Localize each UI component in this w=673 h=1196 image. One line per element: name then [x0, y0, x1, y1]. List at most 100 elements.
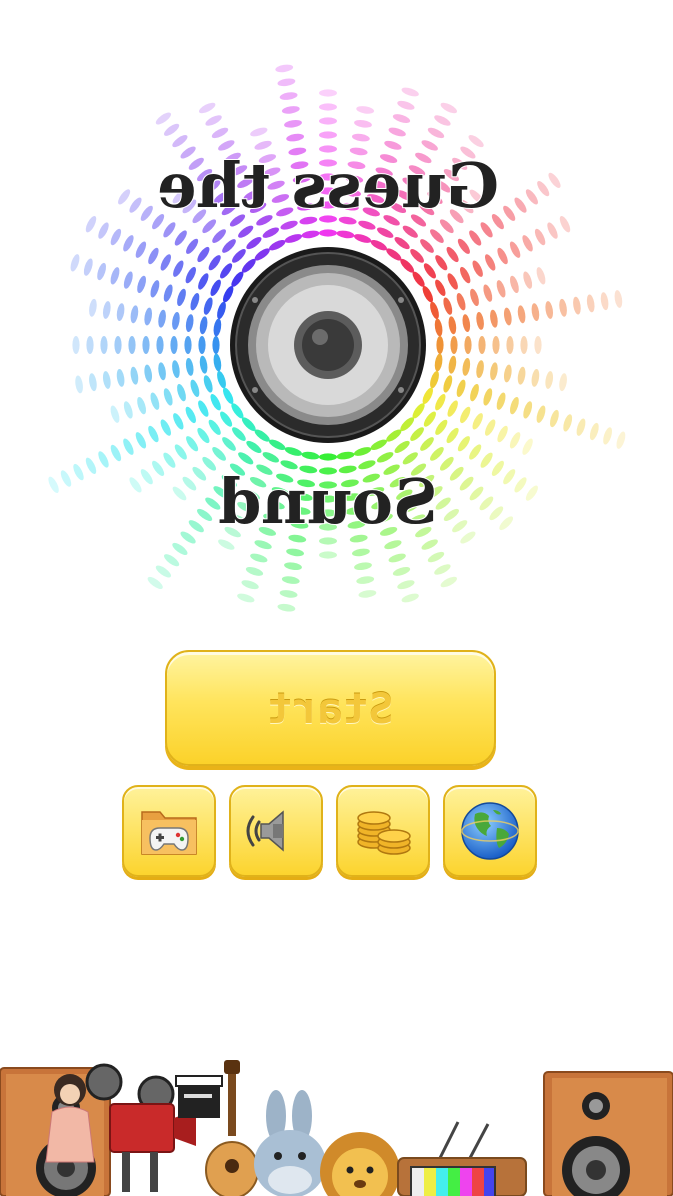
equalizer-dot — [446, 427, 459, 444]
equalizer-dot — [446, 246, 459, 263]
equalizer-dot — [129, 477, 142, 493]
equalizer-dot — [118, 189, 131, 205]
equalizer-dot — [198, 336, 206, 354]
equalizer-dot — [472, 413, 483, 430]
equalizer-dot — [370, 439, 387, 450]
gamepad-folder-icon — [141, 811, 197, 855]
equalizer-dot — [163, 222, 176, 238]
equalizer-dot — [489, 506, 504, 521]
equalizer-dot — [164, 554, 180, 567]
equalizer-dot — [212, 229, 226, 243]
equalizer-dot — [503, 469, 516, 485]
equalizer-dot — [152, 460, 165, 476]
equalizer-dot — [469, 230, 482, 246]
equalizer-dot — [135, 241, 147, 258]
equalizer-dot — [443, 508, 459, 521]
start-button[interactable]: Start — [165, 650, 496, 766]
equalizer-dot — [147, 576, 163, 589]
equalizer-dot — [245, 566, 264, 576]
equalizer-dot — [456, 293, 466, 311]
equalizer-dot — [448, 355, 457, 374]
equalizer-dot — [476, 311, 484, 330]
equalizer-dot — [545, 371, 554, 389]
equalizer-dot — [394, 237, 410, 250]
equalizer-dot — [254, 248, 270, 261]
equalizer-dot — [211, 127, 229, 139]
equalizer-dot — [573, 296, 581, 315]
equalizer-dot — [217, 370, 226, 389]
lion-icon — [320, 1132, 400, 1196]
equalizer-dot — [397, 100, 415, 110]
equalizer-dot — [158, 362, 166, 381]
equalizer-dot — [509, 432, 521, 449]
equalizer-dot — [319, 453, 337, 461]
equalizer-dot — [459, 476, 474, 491]
clapperboard-icon — [175, 1075, 223, 1118]
equalizer-dot — [423, 411, 436, 427]
equalizer-dot — [469, 444, 482, 460]
sound-toggle-button[interactable] — [229, 785, 323, 877]
equalizer-dot — [223, 286, 234, 303]
equalizer-dot — [319, 89, 337, 97]
games-folder-button[interactable] — [122, 785, 216, 877]
equalizer-dot — [319, 103, 337, 111]
equalizer-dot — [547, 222, 558, 239]
equalizer-dot — [440, 102, 457, 114]
language-globe-button[interactable] — [443, 785, 537, 877]
equalizer-dot — [457, 238, 470, 254]
equalizer-dot — [279, 590, 298, 598]
retro-tv-icon — [397, 1121, 527, 1196]
equalizer-dot — [319, 131, 337, 139]
equalizer-dot — [237, 593, 255, 603]
equalizer-dot — [130, 305, 139, 324]
equalizer-dot — [301, 451, 320, 460]
equalizer-dot — [509, 241, 521, 258]
equalizer-dot — [490, 362, 498, 381]
equalizer-dot — [140, 469, 153, 485]
equalizer-dot — [450, 336, 458, 354]
equalizer-dot — [377, 227, 394, 238]
equalizer-dot — [110, 405, 120, 423]
equalizer-dot — [98, 222, 109, 239]
equalizer-dot — [492, 336, 500, 354]
equalizer-dot — [319, 537, 337, 545]
equalizer-dot — [503, 364, 512, 383]
equalizer-dot — [286, 133, 305, 142]
equalizer-dot — [534, 336, 542, 354]
equalizer-dot — [370, 240, 387, 251]
equalizer-dot — [172, 486, 187, 501]
speaker-graphic — [230, 247, 426, 443]
equalizer-dot — [353, 447, 372, 456]
equalizer-dot — [197, 246, 210, 263]
equalizer-dot — [614, 290, 623, 308]
equalizer-dot — [440, 576, 457, 588]
equalizer-dot — [377, 452, 394, 463]
equalizer-dot — [525, 485, 538, 501]
equalizer-dot — [213, 353, 222, 372]
equalizer-dot — [548, 172, 561, 188]
equalizer-dot — [254, 540, 272, 550]
equalizer-dot — [531, 303, 540, 322]
equalizer-dot — [102, 371, 111, 389]
equalizer-dot — [319, 551, 337, 559]
equalizer-dot — [254, 429, 270, 442]
equalizer-dot — [509, 275, 519, 294]
equalizer-dot — [163, 452, 176, 468]
equalizer-dot — [210, 279, 221, 296]
equalizer-dot — [188, 520, 204, 533]
equalizer-dot — [269, 439, 286, 450]
equalizer-dot — [148, 425, 159, 443]
equalizer-dot — [537, 181, 550, 197]
equalizer-dot — [319, 229, 337, 237]
equalizer-dot — [222, 239, 236, 253]
equalizer-dot — [262, 227, 279, 238]
coins-button[interactable] — [336, 785, 430, 877]
equalizer-dot — [499, 516, 514, 531]
equalizer-dot — [182, 476, 197, 491]
equalizer-dot — [177, 383, 186, 402]
equalizer-dot — [420, 239, 434, 253]
equalizer-dot — [123, 235, 134, 252]
equalizer-dot — [135, 432, 147, 449]
equalizer-dot — [203, 375, 213, 393]
equalizer-dot — [420, 437, 434, 451]
